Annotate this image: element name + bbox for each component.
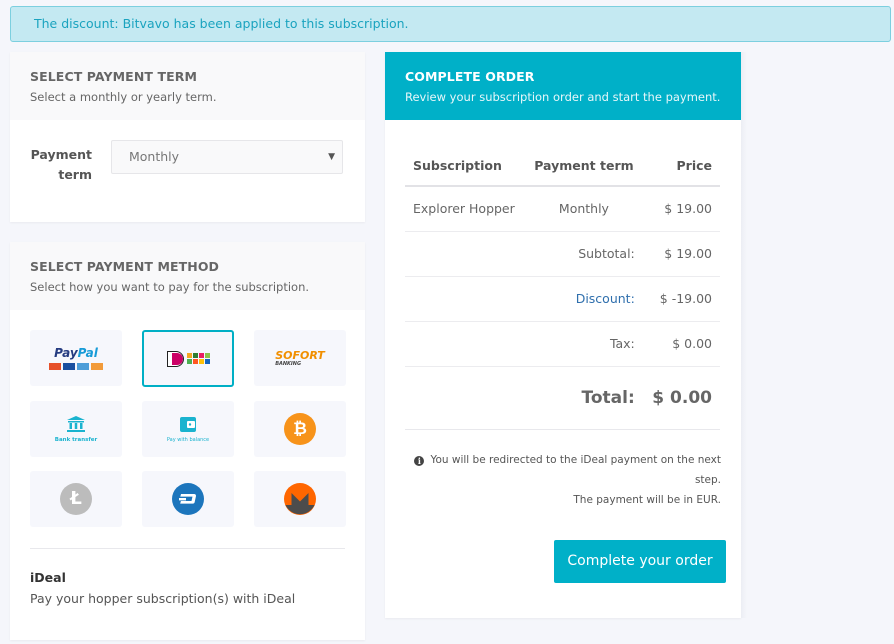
complete-order-header: COMPLETE ORDER Review your subscription …	[385, 52, 741, 120]
tax-value: $ 0.00	[642, 321, 720, 367]
row-subscription: Explorer Hopper	[405, 186, 526, 232]
subtotal-value: $ 19.00	[642, 231, 720, 277]
card-brands-icon	[49, 363, 103, 370]
column-header-payment-term: Payment term	[525, 146, 643, 187]
row-price: $ 19.00	[642, 186, 720, 232]
chevron-down-icon: ▼	[328, 152, 335, 162]
order-table: Subscription Payment term Price Explorer…	[405, 146, 720, 430]
payment-term-header: SELECT PAYMENT TERM Select a monthly or …	[10, 52, 365, 120]
payment-option-bitcoin[interactable]: ₿	[254, 401, 346, 457]
payment-term-title: SELECT PAYMENT TERM	[30, 69, 197, 84]
payment-option-bank-transfer[interactable]: Bank transfer	[30, 401, 122, 457]
payment-term-label: Payment term	[30, 147, 92, 182]
payment-method-title: SELECT PAYMENT METHOD	[30, 259, 220, 274]
pay-with-balance-label: Pay with balance	[166, 436, 210, 443]
selected-method-description: Pay your hopper subscription(s) with iDe…	[30, 591, 296, 606]
payment-term-value: Monthly	[129, 149, 180, 164]
discount-row: Discount: $ -19.00	[405, 276, 720, 322]
tax-row: Tax: $ 0.00	[405, 321, 720, 367]
payment-option-paypal[interactable]: PayPal	[30, 330, 122, 386]
total-value: $ 0.00	[642, 366, 720, 430]
payment-option-sofort[interactable]: SOFORT BANKING	[254, 330, 346, 386]
payment-method-subtitle: Select how you want to pay for the subsc…	[30, 280, 310, 294]
paypal-logo: PayPal	[49, 346, 103, 370]
bank-transfer-label: Bank transfer	[54, 437, 98, 443]
order-table-header: Subscription Payment term Price	[405, 146, 720, 187]
litecoin-icon: Ł	[60, 483, 92, 515]
wallet-icon	[179, 416, 196, 432]
bank-icon	[66, 416, 85, 432]
payment-option-monero[interactable]	[254, 471, 346, 527]
total-label: Total:	[405, 366, 643, 430]
ideal-logo	[166, 350, 210, 367]
complete-order-button[interactable]: Complete your order	[554, 540, 726, 583]
complete-order-title: COMPLETE ORDER	[405, 69, 535, 84]
sofort-logo: SOFORT BANKING	[275, 350, 325, 367]
column-header-price: Price	[642, 146, 720, 187]
redirect-info-line2: The payment will be in EUR.	[573, 493, 721, 506]
payment-option-dash[interactable]	[142, 471, 234, 527]
dash-icon	[172, 483, 204, 515]
column-header-subscription: Subscription	[405, 146, 526, 187]
payment-term-card: SELECT PAYMENT TERM Select a monthly or …	[10, 52, 365, 222]
tax-label: Tax:	[405, 321, 643, 367]
payment-option-litecoin[interactable]: Ł	[30, 471, 122, 527]
subtotal-label: Subtotal:	[405, 231, 643, 277]
redirect-info: i You will be redirected to the iDeal pay…	[405, 450, 721, 510]
paypal-logo-pay: Pay	[54, 346, 78, 360]
total-row: Total: $ 0.00	[405, 366, 720, 430]
payment-option-ideal[interactable]	[142, 330, 234, 387]
discount-alert: The discount: Bitvavo has been applied t…	[10, 6, 891, 42]
complete-order-subtitle: Review your subscription order and start…	[405, 90, 721, 104]
discount-value: $ -19.00	[642, 276, 720, 322]
table-row: Explorer Hopper Monthly $ 19.00	[405, 186, 720, 232]
selected-method-name: iDeal	[30, 570, 66, 585]
discount-label: Discount:	[405, 276, 643, 322]
card-shadow	[741, 52, 747, 618]
bitcoin-icon: ₿	[284, 413, 316, 445]
complete-order-card: COMPLETE ORDER Review your subscription …	[385, 52, 741, 618]
payment-method-card: SELECT PAYMENT METHOD Select how you wan…	[10, 242, 365, 640]
payment-method-header: SELECT PAYMENT METHOD Select how you wan…	[10, 242, 365, 310]
payment-term-subtitle: Select a monthly or yearly term.	[30, 90, 217, 104]
info-icon: i	[414, 455, 425, 466]
divider	[30, 548, 345, 549]
monero-icon	[284, 483, 316, 515]
paypal-logo-pal: Pal	[77, 346, 98, 360]
payment-option-balance[interactable]: Pay with balance	[142, 401, 234, 457]
row-payment-term: Monthly	[525, 186, 643, 232]
payment-term-select[interactable]: Monthly ▼	[111, 140, 343, 174]
sofort-logo-sub: BANKING	[275, 360, 302, 367]
sofort-logo-main: SOFORT	[275, 348, 325, 362]
subtotal-row: Subtotal: $ 19.00	[405, 231, 720, 277]
redirect-info-line1: You will be redirected to the iDeal paym…	[430, 453, 721, 486]
